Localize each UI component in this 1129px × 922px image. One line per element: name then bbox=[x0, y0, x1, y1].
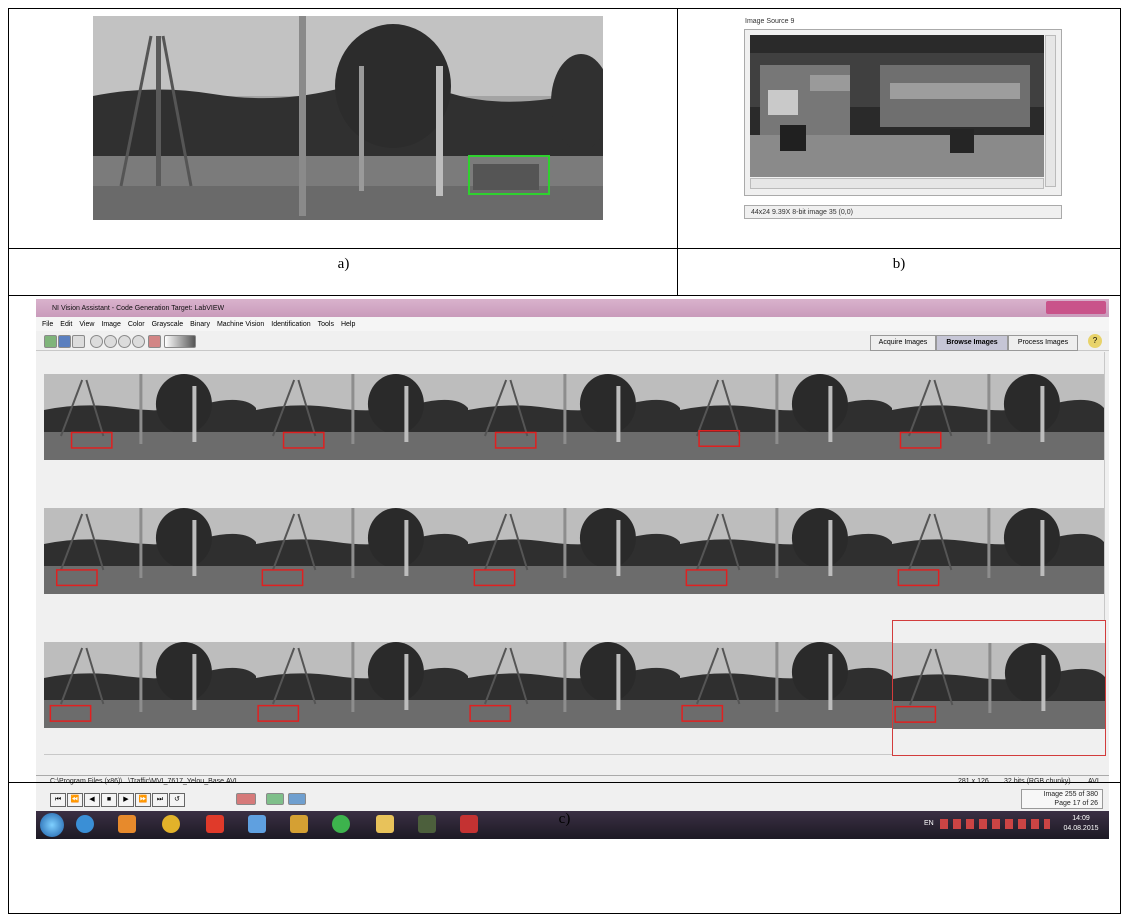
menu-item-color[interactable]: Color bbox=[128, 321, 145, 328]
image-source-status: 44x24 9.39X 8-bit image 35 (0,0) bbox=[744, 205, 1062, 219]
palette-icon[interactable] bbox=[148, 335, 161, 348]
frame-image bbox=[44, 374, 256, 460]
zoom-actual-icon[interactable] bbox=[132, 335, 145, 348]
video-frame-thumbnail[interactable] bbox=[468, 352, 681, 487]
menu-item-image[interactable]: Image bbox=[101, 321, 120, 328]
window-title: NI Vision Assistant - Code Generation Ta… bbox=[52, 304, 225, 312]
nva-window: NI Vision Assistant - Code Generation Ta… bbox=[36, 299, 1109, 811]
panel-a bbox=[8, 8, 678, 249]
caption-b: b) bbox=[677, 248, 1121, 296]
video-frame-thumbnail[interactable] bbox=[256, 352, 469, 487]
frame-image bbox=[44, 508, 256, 594]
frame-image bbox=[680, 642, 892, 728]
menu-item-help[interactable]: Help bbox=[341, 321, 355, 328]
frame-image bbox=[468, 374, 680, 460]
video-frame-thumbnail[interactable] bbox=[468, 486, 681, 621]
frame-image bbox=[468, 508, 680, 594]
frame-image bbox=[256, 374, 468, 460]
frame-image bbox=[892, 374, 1104, 460]
zoom-out-icon[interactable] bbox=[104, 335, 117, 348]
video-frame-thumbnail[interactable] bbox=[44, 620, 257, 755]
zoomed-truck-image bbox=[750, 35, 1044, 177]
video-frame-thumbnail[interactable] bbox=[256, 620, 469, 755]
video-frame-thumbnail[interactable] bbox=[44, 352, 257, 487]
frame-image bbox=[893, 643, 1105, 729]
image-source-title: Image Source 9 bbox=[745, 18, 795, 25]
browse-images-tab[interactable]: Browse Images bbox=[936, 335, 1008, 351]
video-frame-thumbnail[interactable] bbox=[680, 352, 893, 487]
menu-bar: File Edit View Image Color Grayscale Binary Mac… bbox=[36, 317, 1109, 331]
menu-item-binary[interactable]: Binary bbox=[190, 321, 210, 328]
menu-item-grayscale[interactable]: Grayscale bbox=[152, 321, 184, 328]
video-frame-thumbnail[interactable] bbox=[256, 486, 469, 621]
acquire-images-tab[interactable]: Acquire Images bbox=[870, 335, 936, 351]
frame-image bbox=[44, 642, 256, 728]
road-scene-graphic bbox=[93, 16, 603, 220]
image-source-window bbox=[744, 29, 1062, 196]
help-icon[interactable]: ? bbox=[1088, 334, 1102, 348]
video-frame-thumbnail[interactable] bbox=[44, 486, 257, 621]
window-controls[interactable] bbox=[1046, 301, 1106, 314]
zoom-in-icon[interactable] bbox=[90, 335, 103, 348]
caption-a: a) bbox=[8, 248, 678, 296]
menu-item-view[interactable]: View bbox=[79, 321, 94, 328]
window-titlebar: NI Vision Assistant - Code Generation Ta… bbox=[36, 299, 1109, 317]
pixelated-truck-graphic bbox=[750, 35, 1044, 177]
menu-item-tools[interactable]: Tools bbox=[318, 321, 334, 328]
toolbar: Acquire Images Browse Images Process Ima… bbox=[36, 331, 1109, 351]
frame-image bbox=[892, 508, 1104, 594]
save-icon[interactable] bbox=[58, 335, 71, 348]
process-images-tab[interactable]: Process Images bbox=[1008, 335, 1078, 351]
print-icon[interactable] bbox=[72, 335, 85, 348]
video-frame-thumbnail[interactable] bbox=[468, 620, 681, 755]
zoom-fit-icon[interactable] bbox=[118, 335, 131, 348]
video-frame-thumbnail[interactable] bbox=[892, 486, 1105, 621]
video-frame-thumbnail[interactable] bbox=[680, 486, 893, 621]
vertical-scrollbar[interactable] bbox=[1045, 35, 1056, 187]
frame-image bbox=[680, 374, 892, 460]
frame-image bbox=[256, 642, 468, 728]
video-frame-thumbnail[interactable] bbox=[680, 620, 893, 755]
acquire-icon[interactable] bbox=[44, 335, 57, 348]
grayscale-icon[interactable] bbox=[164, 335, 196, 348]
panel-b: Image Source 9 44x24 9.39X 8-bit image 3… bbox=[677, 8, 1121, 249]
road-scene-photo bbox=[93, 16, 603, 220]
horizontal-scrollbar[interactable] bbox=[750, 178, 1044, 189]
frame-image bbox=[680, 508, 892, 594]
video-frame-thumbnail[interactable] bbox=[892, 620, 1106, 756]
frame-image bbox=[256, 508, 468, 594]
frame-image bbox=[468, 642, 680, 728]
menu-item-machine-vision[interactable]: Machine Vision bbox=[217, 321, 264, 328]
menu-item-file[interactable]: File bbox=[42, 321, 53, 328]
video-frame-thumbnail[interactable] bbox=[892, 352, 1105, 487]
caption-c: c) bbox=[8, 782, 1121, 914]
thumbnail-grid bbox=[44, 352, 1107, 756]
menu-item-identification[interactable]: Identification bbox=[271, 321, 310, 328]
menu-item-edit[interactable]: Edit bbox=[60, 321, 72, 328]
